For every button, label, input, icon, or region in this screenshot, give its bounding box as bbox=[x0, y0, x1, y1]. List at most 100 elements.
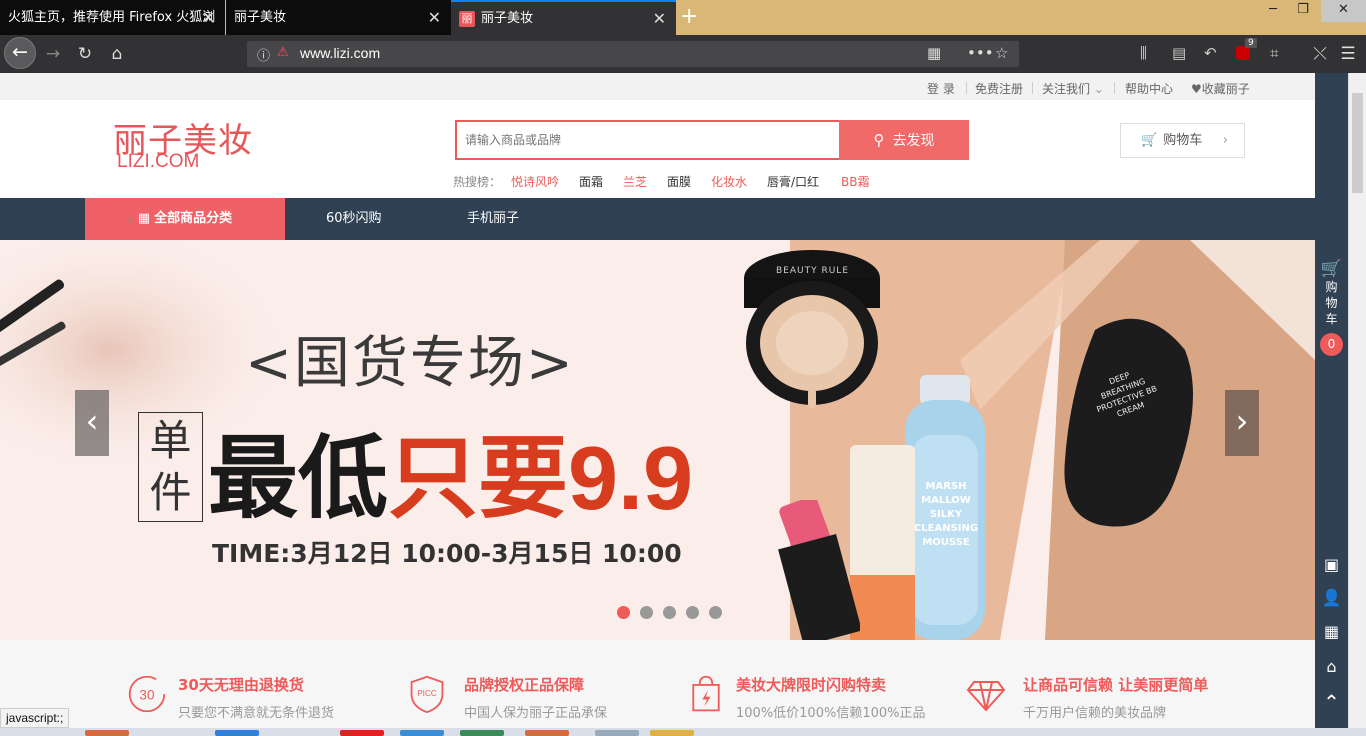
sidebar-coupon-icon[interactable]: ▣ bbox=[1315, 555, 1348, 574]
sidebar-cart-label[interactable]: 购物车 bbox=[1315, 279, 1348, 327]
new-tab-button[interactable]: + bbox=[680, 4, 698, 29]
bb-cream-bottle-image bbox=[1064, 318, 1193, 527]
close-icon[interactable]: ✕ bbox=[428, 0, 441, 35]
search-button-label: 去发现 bbox=[892, 133, 935, 149]
search-box bbox=[455, 120, 839, 160]
taskbar-item[interactable] bbox=[85, 730, 129, 736]
price-mid: 只要 bbox=[388, 426, 568, 531]
reload-icon[interactable]: ↻ bbox=[72, 41, 98, 67]
follow-link[interactable]: 关注我们 ⌄ bbox=[1042, 80, 1104, 97]
help-link[interactable]: 帮助中心 bbox=[1125, 80, 1173, 97]
single-item-label: 单件 bbox=[138, 412, 203, 522]
page-scrollbar[interactable] bbox=[1348, 73, 1366, 736]
taskbar-item[interactable] bbox=[525, 730, 569, 736]
favorite-link[interactable]: ♥收藏丽子 bbox=[1191, 80, 1250, 97]
feature-title: 让商品可信赖 让美丽更简单 bbox=[1023, 676, 1209, 694]
feature-subtitle: 只要您不满意就无条件退货 bbox=[178, 706, 335, 721]
hot-word[interactable]: 悦诗风吟 bbox=[511, 173, 559, 190]
picc-shield-icon: PICC bbox=[410, 675, 444, 714]
back-to-top-icon[interactable]: ⌃ bbox=[1315, 690, 1348, 714]
cart-label: 购物车 bbox=[1163, 133, 1203, 148]
carousel-dot[interactable] bbox=[709, 606, 722, 619]
follow-label: 关注我们 bbox=[1042, 82, 1091, 96]
taskbar-item[interactable] bbox=[650, 730, 694, 736]
cushion-brand-label: BEAUTY RULE bbox=[776, 266, 850, 276]
web-page: 登 录 免费注册 关注我们 ⌄ 帮助中心 ♥收藏丽子 丽子美妆 LIZI.COM… bbox=[0, 73, 1315, 736]
lipstick-image bbox=[778, 500, 860, 640]
chevron-right-icon: › bbox=[1222, 133, 1228, 148]
cart-button[interactable]: 🛒 购物车 › bbox=[1120, 123, 1245, 158]
taskbar-item[interactable] bbox=[215, 730, 259, 736]
feature-subtitle: 100%低价100%信赖100%正品 bbox=[736, 706, 926, 721]
login-link[interactable]: 登 录 bbox=[927, 80, 955, 97]
minimize-icon[interactable]: ─ bbox=[1258, 0, 1288, 22]
grid-icon: ▦ bbox=[137, 211, 151, 226]
taskbar-item[interactable] bbox=[340, 730, 384, 736]
scrollbar-thumb[interactable] bbox=[1352, 93, 1363, 193]
info-icon[interactable]: ⓘ bbox=[257, 45, 270, 64]
carousel-dot[interactable] bbox=[663, 606, 676, 619]
carousel-dot[interactable] bbox=[640, 606, 653, 619]
banner-title: <国货专场> bbox=[245, 331, 575, 396]
divider bbox=[1032, 82, 1033, 94]
search-button[interactable]: ⚲ 去发现 bbox=[839, 120, 969, 160]
taskbar-item[interactable] bbox=[460, 730, 504, 736]
service-features: 30 30天无理由退换货 只要您不满意就无条件退货 PICC 品牌授权正品保障 … bbox=[0, 640, 1315, 736]
right-toolbar: 🛒 购物车 0 ▣ 👤 ▦ ⌂ ⌃ bbox=[1315, 73, 1348, 736]
banner-prev-button[interactable]: ‹ bbox=[75, 390, 109, 456]
hot-word[interactable]: BB霜 bbox=[841, 173, 869, 190]
undo-icon[interactable]: ↶ bbox=[1204, 44, 1217, 62]
tab-lizi-active[interactable]: 丽丽子美妆 ✕ bbox=[451, 0, 676, 35]
window-close-icon[interactable]: ✕ bbox=[1321, 0, 1366, 22]
forward-icon[interactable]: → bbox=[40, 41, 66, 67]
taskbar-item[interactable] bbox=[595, 730, 639, 736]
url-bar[interactable]: ⓘ ⚠ www.lizi.com ▦ ••• ☆ bbox=[247, 41, 1019, 67]
carousel-dot[interactable] bbox=[686, 606, 699, 619]
sidebar-user-icon[interactable]: 👤 bbox=[1315, 588, 1348, 607]
feature-title: 美妆大牌限时闪购特卖 bbox=[736, 676, 887, 694]
taskbar-item[interactable] bbox=[400, 730, 444, 736]
menu-icon[interactable]: ☰ bbox=[1335, 41, 1361, 67]
hot-word[interactable]: 唇膏/口红 bbox=[767, 173, 819, 190]
ublock-badge: 9 bbox=[1245, 38, 1257, 48]
banner-next-button[interactable]: › bbox=[1225, 390, 1259, 456]
price-value: 9.9 bbox=[568, 429, 694, 529]
restore-icon[interactable]: ❐ bbox=[1288, 0, 1318, 22]
cart-icon: 🛒 bbox=[1141, 133, 1158, 148]
home-icon[interactable]: ⌂ bbox=[104, 41, 130, 67]
return-icon-text: 30 bbox=[139, 687, 155, 702]
all-categories-button[interactable]: ▦ 全部商品分类 bbox=[85, 198, 285, 240]
favorite-label: 收藏丽子 bbox=[1201, 82, 1250, 96]
hot-word[interactable]: 兰芝 bbox=[623, 173, 647, 190]
sidebar-qr-icon[interactable]: ▦ bbox=[1315, 622, 1348, 641]
divider bbox=[966, 82, 967, 94]
tab-lizi-1[interactable]: 丽子美妆 ✕ bbox=[226, 0, 451, 35]
nav-flash-sale[interactable]: 60秒闪购 bbox=[326, 198, 382, 240]
sidebar-toggle-icon[interactable]: ▤ bbox=[1172, 44, 1186, 62]
hot-word[interactable]: 面霜 bbox=[579, 173, 603, 190]
sidebar-cart-count: 0 bbox=[1320, 333, 1343, 356]
crop-icon[interactable]: ⌗ bbox=[1270, 44, 1278, 62]
sidebar-cart-icon[interactable]: 🛒 bbox=[1315, 259, 1348, 279]
search-input[interactable] bbox=[457, 122, 839, 158]
sidebar-home-icon[interactable]: ⌂ bbox=[1315, 657, 1348, 676]
back-button[interactable]: ← bbox=[4, 37, 36, 69]
register-link[interactable]: 免费注册 bbox=[975, 80, 1023, 97]
library-icon[interactable]: ⫼ bbox=[1140, 44, 1147, 62]
hot-word[interactable]: 化妆水 bbox=[711, 173, 747, 190]
carousel-dot[interactable] bbox=[617, 606, 630, 619]
qr-code-icon[interactable]: ▦ bbox=[927, 44, 941, 62]
insecure-lock-icon[interactable]: ⚠ bbox=[277, 45, 289, 60]
all-categories-label: 全部商品分类 bbox=[154, 211, 233, 226]
more-actions-icon[interactable]: ••• bbox=[967, 44, 994, 62]
promo-banner[interactable]: BEAUTY RULE MARSH MALLOW SILKY CLEANSING… bbox=[0, 240, 1315, 640]
close-icon[interactable]: ✕ bbox=[653, 2, 666, 35]
hot-word[interactable]: 面膜 bbox=[667, 173, 691, 190]
logo-english[interactable]: LIZI.COM bbox=[117, 151, 199, 173]
close-icon[interactable]: ✕ bbox=[202, 0, 215, 35]
tab-firefox-home[interactable]: 火狐主页，推荐使用 Firefox 火狐浏 ✕ bbox=[0, 0, 225, 35]
nav-mobile[interactable]: 手机丽子 bbox=[467, 198, 519, 240]
ublock-icon[interactable] bbox=[1236, 46, 1250, 60]
bookmark-star-icon[interactable]: ☆ bbox=[995, 44, 1008, 62]
page-actions-icon[interactable]: ⤬ bbox=[1307, 41, 1333, 67]
